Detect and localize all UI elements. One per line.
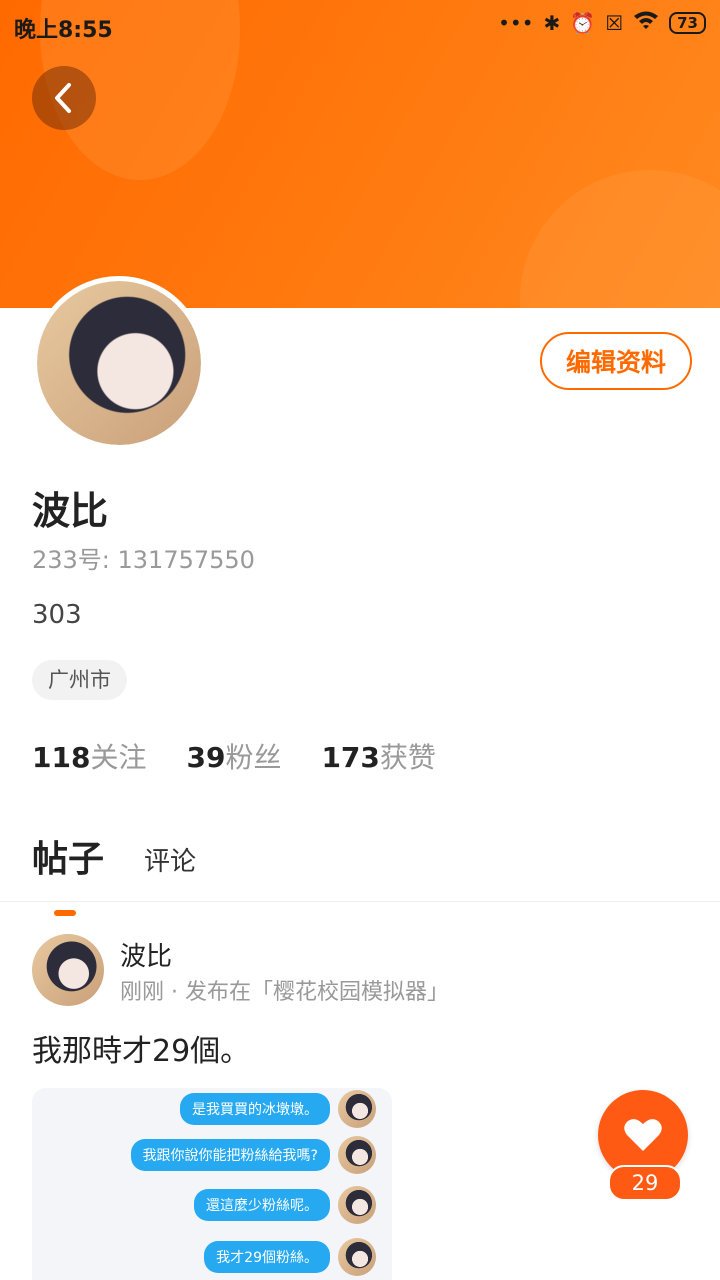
post-author-avatar[interactable] xyxy=(32,934,104,1006)
stat-label: 粉丝 xyxy=(225,741,282,774)
post-author-name[interactable]: 波比 xyxy=(120,936,172,973)
wifi-icon xyxy=(633,10,659,35)
stat-followers[interactable]: 39粉丝 xyxy=(186,736,281,776)
chat-bubble: 還這麼少粉絲呢。 xyxy=(194,1189,330,1221)
profile-name: 波比 xyxy=(32,489,109,533)
content-tabs: 帖子 评论 xyxy=(32,830,196,916)
edit-profile-button[interactable]: 编辑资料 xyxy=(540,332,692,390)
chat-message: 是我買買的冰墩墩。 xyxy=(180,1090,376,1128)
post-meta: 刚刚 · 发布在「樱花校园模拟器」 xyxy=(120,980,449,1005)
like-count: 29 xyxy=(608,1165,682,1201)
profile-bio: 303 xyxy=(32,600,82,630)
heart-icon xyxy=(624,1119,662,1151)
tab-comments[interactable]: 评论 xyxy=(144,841,196,882)
stat-label: 关注 xyxy=(90,741,147,774)
divider xyxy=(0,901,720,902)
status-time: 晚上8:55 xyxy=(14,18,113,43)
chat-bubble: 是我買買的冰墩墩。 xyxy=(180,1093,330,1125)
stat-count: 39 xyxy=(186,741,226,774)
battery-icon: 73 xyxy=(669,11,706,34)
chat-avatar xyxy=(338,1238,376,1276)
status-bar: 晚上8:55 ••• ✱ ⏰ ☒ 73 xyxy=(0,0,720,50)
location-tag: 广州市 xyxy=(32,660,127,700)
back-button[interactable] xyxy=(32,66,96,130)
tab-posts[interactable]: 帖子 xyxy=(32,830,104,916)
banner-decoration xyxy=(520,170,720,308)
stat-following[interactable]: 118关注 xyxy=(32,736,146,776)
stat-label: 获赞 xyxy=(379,741,436,774)
chat-message: 還這麼少粉絲呢。 xyxy=(194,1186,376,1224)
profile-stats: 118关注 39粉丝 173获赞 xyxy=(32,736,436,776)
profile-id: 233号: 131757550 xyxy=(32,546,255,574)
chat-avatar xyxy=(338,1186,376,1224)
chat-bubble: 我才29個粉絲。 xyxy=(204,1241,330,1273)
avatar-image xyxy=(37,281,201,445)
status-icons: ••• ✱ ⏰ ☒ 73 xyxy=(498,10,706,35)
chevron-left-icon xyxy=(55,83,71,113)
bluetooth-icon: ✱ xyxy=(543,10,561,35)
post-image[interactable]: 是我買買的冰墩墩。 我跟你說你能把粉絲給我嗎? 還這麼少粉絲呢。 我才29個粉絲… xyxy=(32,1088,392,1280)
stat-count: 118 xyxy=(32,741,91,774)
alarm-icon: ⏰ xyxy=(570,10,596,35)
profile-avatar[interactable] xyxy=(32,276,206,450)
stat-count: 173 xyxy=(321,741,380,774)
chat-message: 我跟你說你能把粉絲給我嗎? xyxy=(130,1136,376,1174)
sim-icon: ☒ xyxy=(605,10,624,35)
chat-message: 我才29個粉絲。 xyxy=(204,1238,376,1276)
chat-avatar xyxy=(338,1090,376,1128)
more-dots-icon: ••• xyxy=(498,10,534,35)
stat-likes[interactable]: 173获赞 xyxy=(321,736,435,776)
chat-bubble: 我跟你說你能把粉絲給我嗎? xyxy=(130,1139,330,1171)
chat-avatar xyxy=(338,1136,376,1174)
post-text[interactable]: 我那時才29個。 xyxy=(32,1026,250,1070)
